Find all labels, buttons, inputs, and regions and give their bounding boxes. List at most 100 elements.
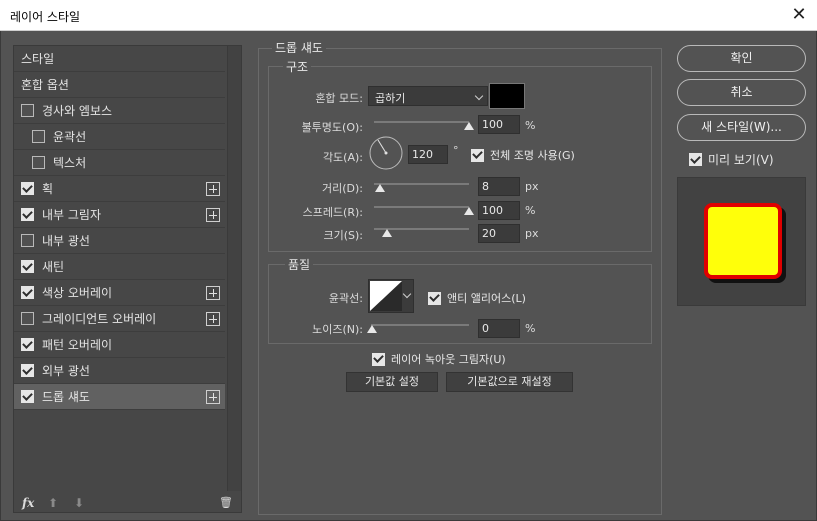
style-list-footer: fx ⬆ ⬇ 🗑 bbox=[14, 495, 241, 513]
contour-picker[interactable] bbox=[368, 279, 414, 313]
sidebar-item-label: 색상 오버레이 bbox=[42, 286, 113, 300]
sidebar-item[interactable]: 텍스처 bbox=[14, 150, 225, 176]
knockout-check[interactable] bbox=[372, 352, 385, 366]
reset-default-button[interactable]: 기본값으로 재설정 bbox=[446, 372, 573, 392]
blend-mode-label: 혼합 모드: bbox=[315, 92, 363, 105]
add-effect-icon[interactable] bbox=[206, 182, 220, 196]
sidebar-item[interactable]: 드롭 섀도 bbox=[14, 384, 225, 410]
knockout-checkbox[interactable]: 레이어 녹아웃 그림자(U) bbox=[372, 351, 506, 367]
contour-preview bbox=[370, 281, 402, 311]
quality-title: 품질 bbox=[285, 256, 314, 273]
sidebar-item[interactable]: 새틴 bbox=[14, 254, 225, 280]
distance-input[interactable]: 8 bbox=[478, 177, 520, 196]
size-input[interactable]: 20 bbox=[478, 224, 520, 243]
sidebar-item-checkbox[interactable] bbox=[32, 156, 45, 169]
move-down-icon[interactable]: ⬇ bbox=[74, 496, 84, 510]
sidebar-item-checkbox[interactable] bbox=[21, 234, 34, 247]
move-up-icon[interactable]: ⬆ bbox=[48, 496, 58, 510]
antialias-check[interactable] bbox=[428, 291, 441, 305]
add-effect-icon[interactable] bbox=[206, 390, 220, 404]
noise-label: 노이즈(N): bbox=[312, 323, 363, 336]
sidebar-item-checkbox[interactable] bbox=[21, 286, 34, 299]
sidebar-item-checkbox[interactable] bbox=[21, 208, 34, 221]
sidebar-item-checkbox[interactable] bbox=[21, 104, 34, 117]
angle-input[interactable]: 120 bbox=[408, 145, 448, 164]
opacity-input[interactable]: 100 bbox=[478, 115, 520, 134]
title-bar: 레이어 스타일 ✕ bbox=[0, 0, 817, 31]
add-effect-icon[interactable] bbox=[206, 286, 220, 300]
global-light-label: 전체 조명 사용(G) bbox=[490, 149, 575, 162]
antialias-checkbox[interactable]: 앤티 앨리어스(L) bbox=[428, 290, 526, 306]
noise-slider[interactable] bbox=[371, 324, 469, 326]
sidebar-item[interactable]: 외부 광선 bbox=[14, 358, 225, 384]
sidebar-item-checkbox[interactable] bbox=[21, 260, 34, 273]
spread-label: 스프레드(R): bbox=[302, 206, 363, 219]
sidebar-item-label: 패턴 오버레이 bbox=[42, 338, 113, 352]
distance-slider-thumb[interactable] bbox=[375, 184, 385, 192]
sidebar-item[interactable]: 획 bbox=[14, 176, 225, 202]
size-slider-thumb[interactable] bbox=[382, 229, 392, 237]
sidebar-item[interactable]: 색상 오버레이 bbox=[14, 280, 225, 306]
spread-slider[interactable] bbox=[374, 206, 469, 208]
new-style-button[interactable]: 새 스타일(W)... bbox=[677, 114, 806, 141]
ok-button[interactable]: 확인 bbox=[677, 45, 806, 72]
sidebar-item[interactable]: 패턴 오버레이 bbox=[14, 332, 225, 358]
close-icon[interactable]: ✕ bbox=[787, 3, 811, 27]
shadow-color-swatch[interactable] bbox=[489, 83, 525, 109]
blend-mode-select[interactable]: 곱하기 bbox=[368, 86, 488, 106]
sidebar-item[interactable]: 윤곽선 bbox=[14, 124, 225, 150]
angle-unit: ° bbox=[453, 144, 459, 157]
cancel-button[interactable]: 취소 bbox=[677, 79, 806, 106]
spread-slider-thumb[interactable] bbox=[464, 207, 474, 215]
opacity-slider-thumb[interactable] bbox=[464, 122, 474, 130]
window-title: 레이어 스타일 bbox=[10, 10, 81, 24]
sidebar-item[interactable]: 스타일 bbox=[14, 46, 225, 72]
opacity-label: 불투명도(O): bbox=[301, 121, 363, 134]
structure-title: 구조 bbox=[283, 58, 312, 75]
sidebar-item-checkbox[interactable] bbox=[21, 312, 34, 325]
opacity-unit: % bbox=[525, 119, 536, 132]
drop-shadow-title: 드롭 섀도 bbox=[272, 39, 326, 56]
add-effect-icon[interactable] bbox=[206, 312, 220, 326]
sidebar-item-checkbox[interactable] bbox=[21, 182, 34, 195]
fx-icon[interactable]: fx bbox=[22, 496, 34, 510]
sidebar-item-label: 경사와 엠보스 bbox=[42, 104, 113, 118]
angle-dial[interactable] bbox=[368, 135, 404, 171]
antialias-label: 앤티 앨리어스(L) bbox=[447, 292, 526, 305]
add-effect-icon[interactable] bbox=[206, 208, 220, 222]
sidebar-item-label: 윤곽선 bbox=[53, 130, 87, 144]
make-default-button[interactable]: 기본값 설정 bbox=[346, 372, 438, 392]
preview-checkbox[interactable]: 미리 보기(V) bbox=[689, 151, 774, 168]
distance-slider[interactable] bbox=[374, 183, 469, 185]
preview-check[interactable] bbox=[689, 153, 702, 166]
sidebar-item-checkbox[interactable] bbox=[21, 364, 34, 377]
sidebar-item[interactable]: 내부 광선 bbox=[14, 228, 225, 254]
trash-icon[interactable]: 🗑 bbox=[219, 496, 233, 509]
style-list-panel: 스타일 혼합 옵션경사와 엠보스윤곽선텍스처획내부 그림자내부 광선새틴색상 오버… bbox=[13, 45, 242, 513]
sidebar-item-label: 새틴 bbox=[42, 260, 65, 274]
contour-label: 윤곽선: bbox=[328, 292, 363, 305]
sidebar-item-checkbox[interactable] bbox=[32, 130, 45, 143]
sidebar-item[interactable]: 경사와 엠보스 bbox=[14, 98, 225, 124]
spread-input[interactable]: 100 bbox=[478, 201, 520, 220]
global-light-check[interactable] bbox=[471, 148, 484, 162]
noise-input[interactable]: 0 bbox=[478, 319, 520, 338]
sidebar-item-label: 외부 광선 bbox=[42, 364, 90, 378]
blend-mode-value: 곱하기 bbox=[375, 92, 406, 105]
opacity-slider[interactable] bbox=[374, 121, 469, 123]
global-light-checkbox[interactable]: 전체 조명 사용(G) bbox=[471, 147, 575, 163]
distance-label: 거리(D): bbox=[322, 182, 363, 195]
sidebar-item-checkbox[interactable] bbox=[21, 390, 34, 403]
sidebar-item-label: 드롭 섀도 bbox=[42, 390, 90, 404]
sidebar-item-label: 내부 그림자 bbox=[42, 208, 102, 222]
sidebar-item-label: 그레이디언트 오버레이 bbox=[42, 312, 157, 326]
noise-slider-thumb[interactable] bbox=[367, 325, 377, 333]
chevron-down-icon bbox=[474, 91, 484, 101]
sidebar-item[interactable]: 그레이디언트 오버레이 bbox=[14, 306, 225, 332]
sidebar-item-label: 텍스처 bbox=[53, 156, 87, 170]
style-list-scrollbar[interactable] bbox=[227, 46, 241, 491]
sidebar-item-checkbox[interactable] bbox=[21, 338, 34, 351]
sidebar-item[interactable]: 내부 그림자 bbox=[14, 202, 225, 228]
sidebar-item-label: 내부 광선 bbox=[42, 234, 90, 248]
sidebar-item[interactable]: 혼합 옵션 bbox=[14, 72, 225, 98]
